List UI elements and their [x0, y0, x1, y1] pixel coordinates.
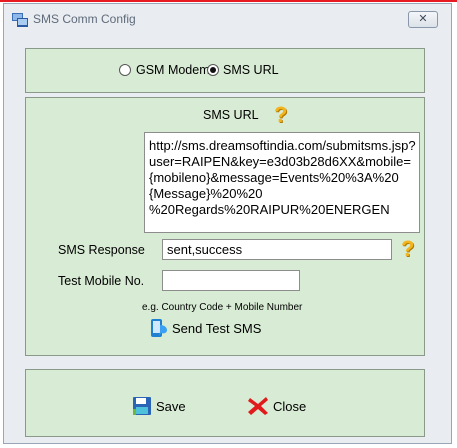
window-top-accent	[0, 0, 457, 2]
help-icon[interactable]: ?	[401, 238, 414, 260]
app-icon	[12, 13, 28, 27]
radio-sms-url[interactable]	[207, 64, 219, 76]
actions-group	[25, 369, 425, 437]
close-icon: ✕	[418, 13, 428, 25]
send-test-sms-label: Send Test SMS	[172, 320, 262, 336]
sms-url-heading: SMS URL	[203, 108, 259, 122]
sms-url-textarea[interactable]: http://sms.dreamsoftindia.com/submitsms.…	[144, 132, 420, 233]
window-close-button[interactable]: ✕	[408, 11, 438, 28]
save-icon	[133, 397, 151, 415]
window-title: SMS Comm Config	[33, 12, 136, 26]
phone-icon	[151, 319, 167, 337]
test-mobile-hint: e.g. Country Code + Mobile Number	[142, 302, 303, 313]
radio-gsm-modem[interactable]	[119, 64, 131, 76]
test-mobile-input[interactable]	[162, 270, 300, 291]
title-bar[interactable]: SMS Comm Config ✕	[4, 4, 451, 34]
radio-sms-url-label[interactable]: SMS URL	[223, 63, 279, 77]
sms-response-label: SMS Response	[58, 243, 145, 257]
sms-response-input[interactable]: sent,success	[162, 239, 392, 260]
save-button[interactable]: Save	[132, 396, 186, 416]
radio-gsm-modem-label[interactable]: GSM Modem	[136, 63, 210, 77]
close-label: Close	[273, 398, 307, 414]
close-button[interactable]: Close	[247, 396, 306, 416]
test-mobile-label: Test Mobile No.	[58, 274, 145, 288]
red-x-icon	[248, 397, 268, 415]
help-icon[interactable]: ?	[274, 104, 287, 126]
send-test-sms-button[interactable]: Send Test SMS	[150, 318, 261, 338]
save-label: Save	[156, 398, 186, 414]
